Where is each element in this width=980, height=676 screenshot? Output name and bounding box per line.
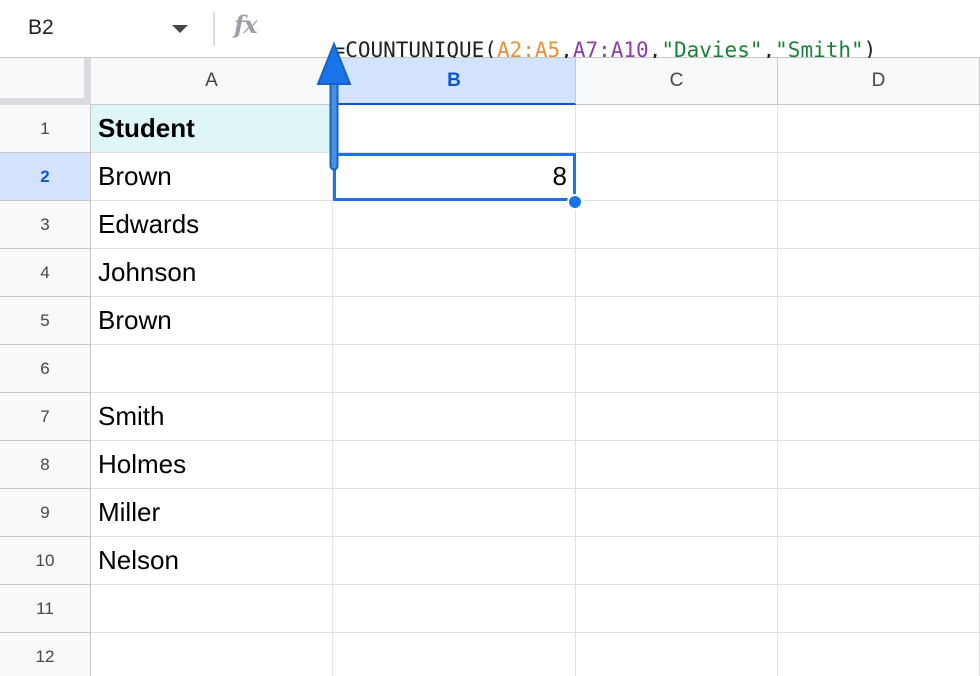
cell-a4[interactable]: Johnson — [91, 249, 333, 297]
row-header-10[interactable]: 10 — [0, 537, 91, 585]
name-box-value: B2 — [28, 16, 54, 39]
cell-d11[interactable] — [778, 585, 980, 633]
cell-a11[interactable] — [91, 585, 333, 633]
column-header-d[interactable]: D — [778, 58, 980, 105]
cell-d7[interactable] — [778, 393, 980, 441]
cell-b11[interactable] — [333, 585, 576, 633]
cell-d3[interactable] — [778, 201, 980, 249]
row-header-9[interactable]: 9 — [0, 489, 91, 537]
cell-b9[interactable] — [333, 489, 576, 537]
cell-b10[interactable] — [333, 537, 576, 585]
cell-b3[interactable] — [333, 201, 576, 249]
row-header-3[interactable]: 3 — [0, 201, 91, 249]
callout-arrow-icon — [316, 41, 352, 171]
cell-d9[interactable] — [778, 489, 980, 537]
row-header-4[interactable]: 4 — [0, 249, 91, 297]
name-box[interactable]: B2 — [0, 8, 205, 48]
cell-b5[interactable] — [333, 297, 576, 345]
cell-c12[interactable] — [576, 633, 778, 676]
cell-a12[interactable] — [91, 633, 333, 676]
cell-b7[interactable] — [333, 393, 576, 441]
cell-c5[interactable] — [576, 297, 778, 345]
row-header-2[interactable]: 2 — [0, 153, 91, 201]
spreadsheet-grid: A B C D 1 Student 2 Brown 8 3 Edwards 4 Johnson 5 Brow… — [0, 58, 980, 676]
row-header-12[interactable]: 12 — [0, 633, 91, 676]
cell-c6[interactable] — [576, 345, 778, 393]
cell-d12[interactable] — [778, 633, 980, 676]
fx-icon: fx — [234, 10, 258, 39]
cell-d5[interactable] — [778, 297, 980, 345]
cell-d10[interactable] — [778, 537, 980, 585]
cell-c7[interactable] — [576, 393, 778, 441]
cell-c4[interactable] — [576, 249, 778, 297]
cell-a5[interactable]: Brown — [91, 297, 333, 345]
cell-c9[interactable] — [576, 489, 778, 537]
cell-b12[interactable] — [333, 633, 576, 676]
row-header-5[interactable]: 5 — [0, 297, 91, 345]
row-header-7[interactable]: 7 — [0, 393, 91, 441]
column-header-a[interactable]: A — [91, 58, 333, 105]
cell-a6[interactable] — [91, 345, 333, 393]
cell-a9[interactable]: Miller — [91, 489, 333, 537]
cell-a10[interactable]: Nelson — [91, 537, 333, 585]
cell-b4[interactable] — [333, 249, 576, 297]
row-header-1[interactable]: 1 — [0, 105, 91, 153]
row-header-6[interactable]: 6 — [0, 345, 91, 393]
freeze-handle-horizontal[interactable] — [0, 98, 91, 105]
select-all-corner[interactable] — [0, 58, 91, 105]
cell-c8[interactable] — [576, 441, 778, 489]
cell-a2[interactable]: Brown — [91, 153, 333, 201]
cell-c11[interactable] — [576, 585, 778, 633]
column-header-c[interactable]: C — [576, 58, 778, 105]
fill-handle[interactable] — [567, 194, 583, 210]
cell-a8[interactable]: Holmes — [91, 441, 333, 489]
cell-d6[interactable] — [778, 345, 980, 393]
formula-bar: B2 fx =COUNTUNIQUE(A2:A5,A7:A10,"Davies"… — [0, 0, 980, 62]
cell-a7[interactable]: Smith — [91, 393, 333, 441]
cell-a3[interactable]: Edwards — [91, 201, 333, 249]
cell-d2[interactable] — [778, 153, 980, 201]
cell-b8[interactable] — [333, 441, 576, 489]
formula-bar-divider — [213, 12, 215, 46]
cell-d4[interactable] — [778, 249, 980, 297]
cell-c10[interactable] — [576, 537, 778, 585]
cell-c1[interactable] — [576, 105, 778, 153]
cell-a1[interactable]: Student — [91, 105, 333, 153]
cell-b6[interactable] — [333, 345, 576, 393]
cell-d1[interactable] — [778, 105, 980, 153]
row-header-11[interactable]: 11 — [0, 585, 91, 633]
cell-c2[interactable] — [576, 153, 778, 201]
chevron-down-icon[interactable] — [172, 25, 188, 33]
cell-c3[interactable] — [576, 201, 778, 249]
cell-d8[interactable] — [778, 441, 980, 489]
row-header-8[interactable]: 8 — [0, 441, 91, 489]
